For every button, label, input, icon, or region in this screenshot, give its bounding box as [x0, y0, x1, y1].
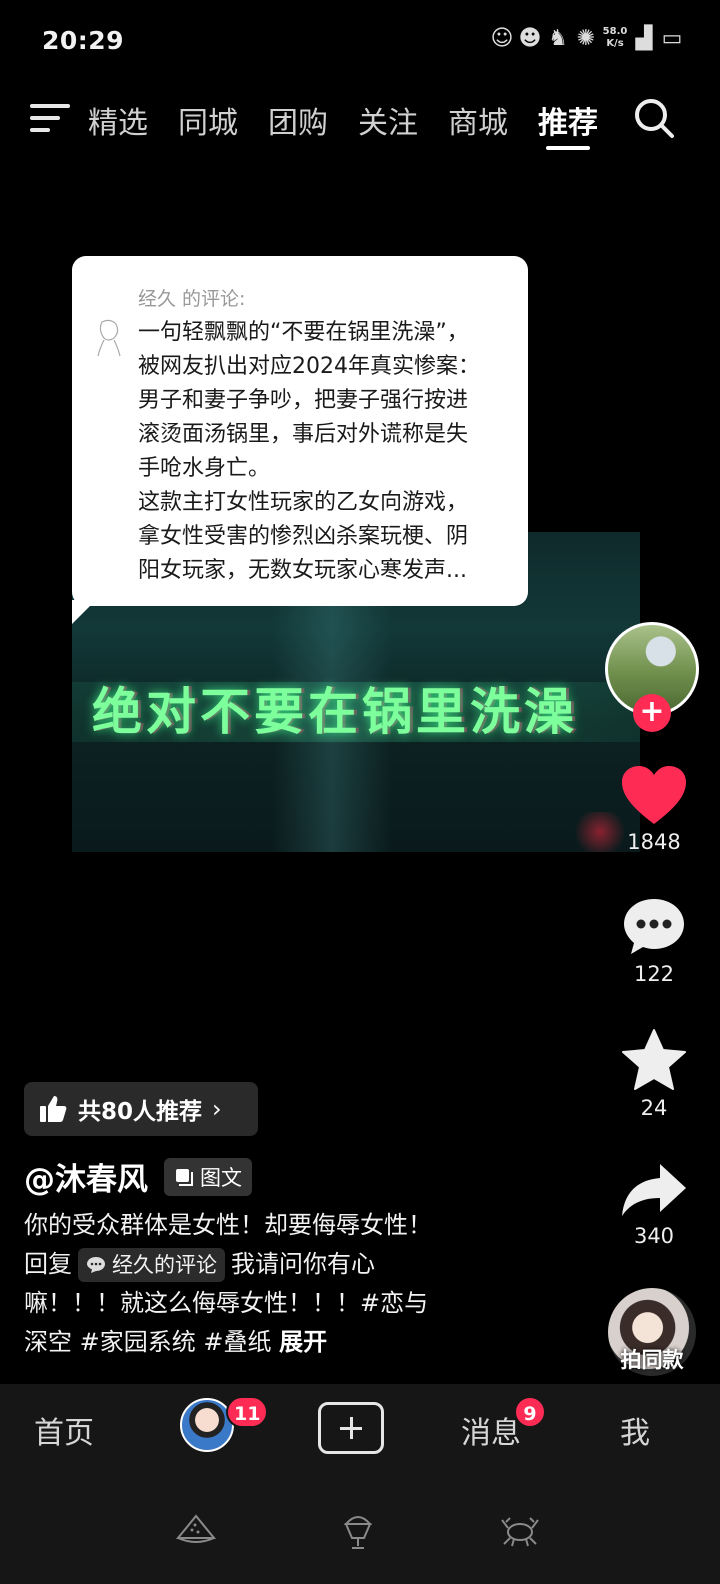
quoted-comment-label: 经久的评论: [112, 1252, 217, 1277]
ice-cream-icon[interactable]: [336, 1508, 380, 1552]
post-description: 你的受众群体是女性！却要侮辱女性！ 回复 经久的评论 我请问你有心 嘛！！！就这么侮…: [24, 1206, 524, 1362]
desc-text: 我请问你有心: [231, 1250, 375, 1278]
desc-line: 你的受众群体是女性！却要侮辱女性！: [24, 1211, 432, 1239]
share-button[interactable]: 340: [606, 1160, 702, 1248]
quoted-comment-card[interactable]: 经久 的评论: 一句轻飘飘的“不要在锅里洗澡”， 被网友扒出对应2024年真实惨…: [72, 256, 528, 606]
commenter-avatar: [97, 319, 121, 357]
battery-icon: ▭: [661, 26, 683, 51]
favorite-count: 24: [640, 1096, 668, 1120]
status-time: 20:29: [42, 26, 125, 55]
tab-recommended[interactable]: 推荐: [538, 98, 598, 150]
thumbs-up-icon: [40, 1096, 67, 1122]
desc-line: 深空 #家园系统 #叠纸 展开: [24, 1323, 524, 1362]
tab-following[interactable]: 关注: [358, 98, 418, 142]
friends-badge: 11: [226, 1396, 269, 1428]
create-plus-button[interactable]: [318, 1402, 384, 1454]
author-row: @沐春风 图文: [24, 1154, 252, 1199]
author-name[interactable]: @沐春风: [24, 1154, 148, 1199]
video-overlay-text: 绝对不要在锅里洗澡: [92, 683, 578, 741]
menu-icon[interactable]: [30, 102, 70, 134]
favorite-button[interactable]: 24: [606, 1028, 702, 1120]
comment-bubble-icon: [87, 1257, 105, 1273]
top-nav: 精选 同城 团购 关注 商城 推荐: [0, 88, 720, 158]
comment-text: 一句轻飘飘的“不要在锅里洗澡”， 被网友扒出对应2024年真实惨案： 男子和妻子…: [138, 320, 480, 583]
nav-me[interactable]: 我: [620, 1408, 650, 1452]
cartoon-icon: ☻: [518, 26, 542, 51]
crab-icon: ✺: [576, 26, 596, 51]
follow-plus-button[interactable]: +: [633, 694, 671, 732]
post-type-chip: 图文: [164, 1157, 252, 1196]
tab-mall[interactable]: 商城: [448, 98, 508, 142]
nav-messages[interactable]: 消息: [461, 1408, 521, 1452]
quoted-comment-chip[interactable]: 经久的评论: [78, 1248, 225, 1282]
watermelon-icon[interactable]: [174, 1508, 218, 1552]
like-button[interactable]: 1848: [606, 764, 702, 854]
crab-icon[interactable]: [498, 1508, 542, 1552]
tab-nearby[interactable]: 同城: [178, 98, 238, 142]
status-icons: ☺ ☻ ♞ ✺ 58.0 K/s ▟ ▭: [490, 26, 684, 51]
top-tabs: 精选 同城 团购 关注 商城 推荐: [88, 98, 628, 150]
desc-hashtags[interactable]: 深空 #家园系统 #叠纸: [24, 1328, 271, 1356]
comment-icon: [624, 899, 684, 954]
recommend-chip[interactable]: 共80人推荐 ›: [24, 1082, 258, 1136]
nav-home[interactable]: 首页: [34, 1408, 94, 1452]
share-count: 340: [633, 1224, 675, 1248]
comment-author-line: 经久 的评论:: [138, 288, 246, 310]
reply-prefix: 回复: [24, 1250, 72, 1278]
comment-button[interactable]: 122: [606, 896, 702, 986]
cartoon-icon: ☺: [490, 26, 514, 51]
desc-line: 回复 经久的评论 我请问你有心: [24, 1245, 524, 1284]
heart-icon: [622, 766, 686, 824]
system-nav-bar: [0, 1480, 720, 1584]
use-template-label[interactable]: 拍同款: [606, 1344, 698, 1374]
expand-link[interactable]: 展开: [279, 1328, 327, 1356]
star-icon: [622, 1029, 686, 1090]
net-speed: 58.0 K/s: [602, 26, 628, 49]
tab-featured[interactable]: 精选: [88, 98, 148, 142]
like-count: 1848: [627, 830, 681, 854]
chevron-right-icon: ›: [212, 1095, 222, 1123]
cat-icon: ♞: [548, 26, 568, 51]
post-type-label: 图文: [200, 1165, 242, 1190]
recommend-count-label: 共80人推荐: [78, 1099, 203, 1125]
image-post-icon: [176, 1168, 193, 1186]
desc-line: 嘛！！！就这么侮辱女性！！！#恋与: [24, 1289, 429, 1317]
status-bar: 20:29 ☺ ☻ ♞ ✺ 58.0 K/s ▟ ▭: [0, 0, 720, 80]
messages-badge: 9: [514, 1396, 546, 1428]
signal-icon: ▟: [635, 26, 653, 51]
bubble-tail: [72, 600, 96, 624]
bottom-nav: 首页 11 消息 9 我: [0, 1384, 720, 1480]
search-icon[interactable]: [632, 96, 676, 140]
share-arrow-icon: [622, 1164, 686, 1216]
tab-group-buy[interactable]: 团购: [268, 98, 328, 142]
comment-count: 122: [633, 962, 675, 986]
